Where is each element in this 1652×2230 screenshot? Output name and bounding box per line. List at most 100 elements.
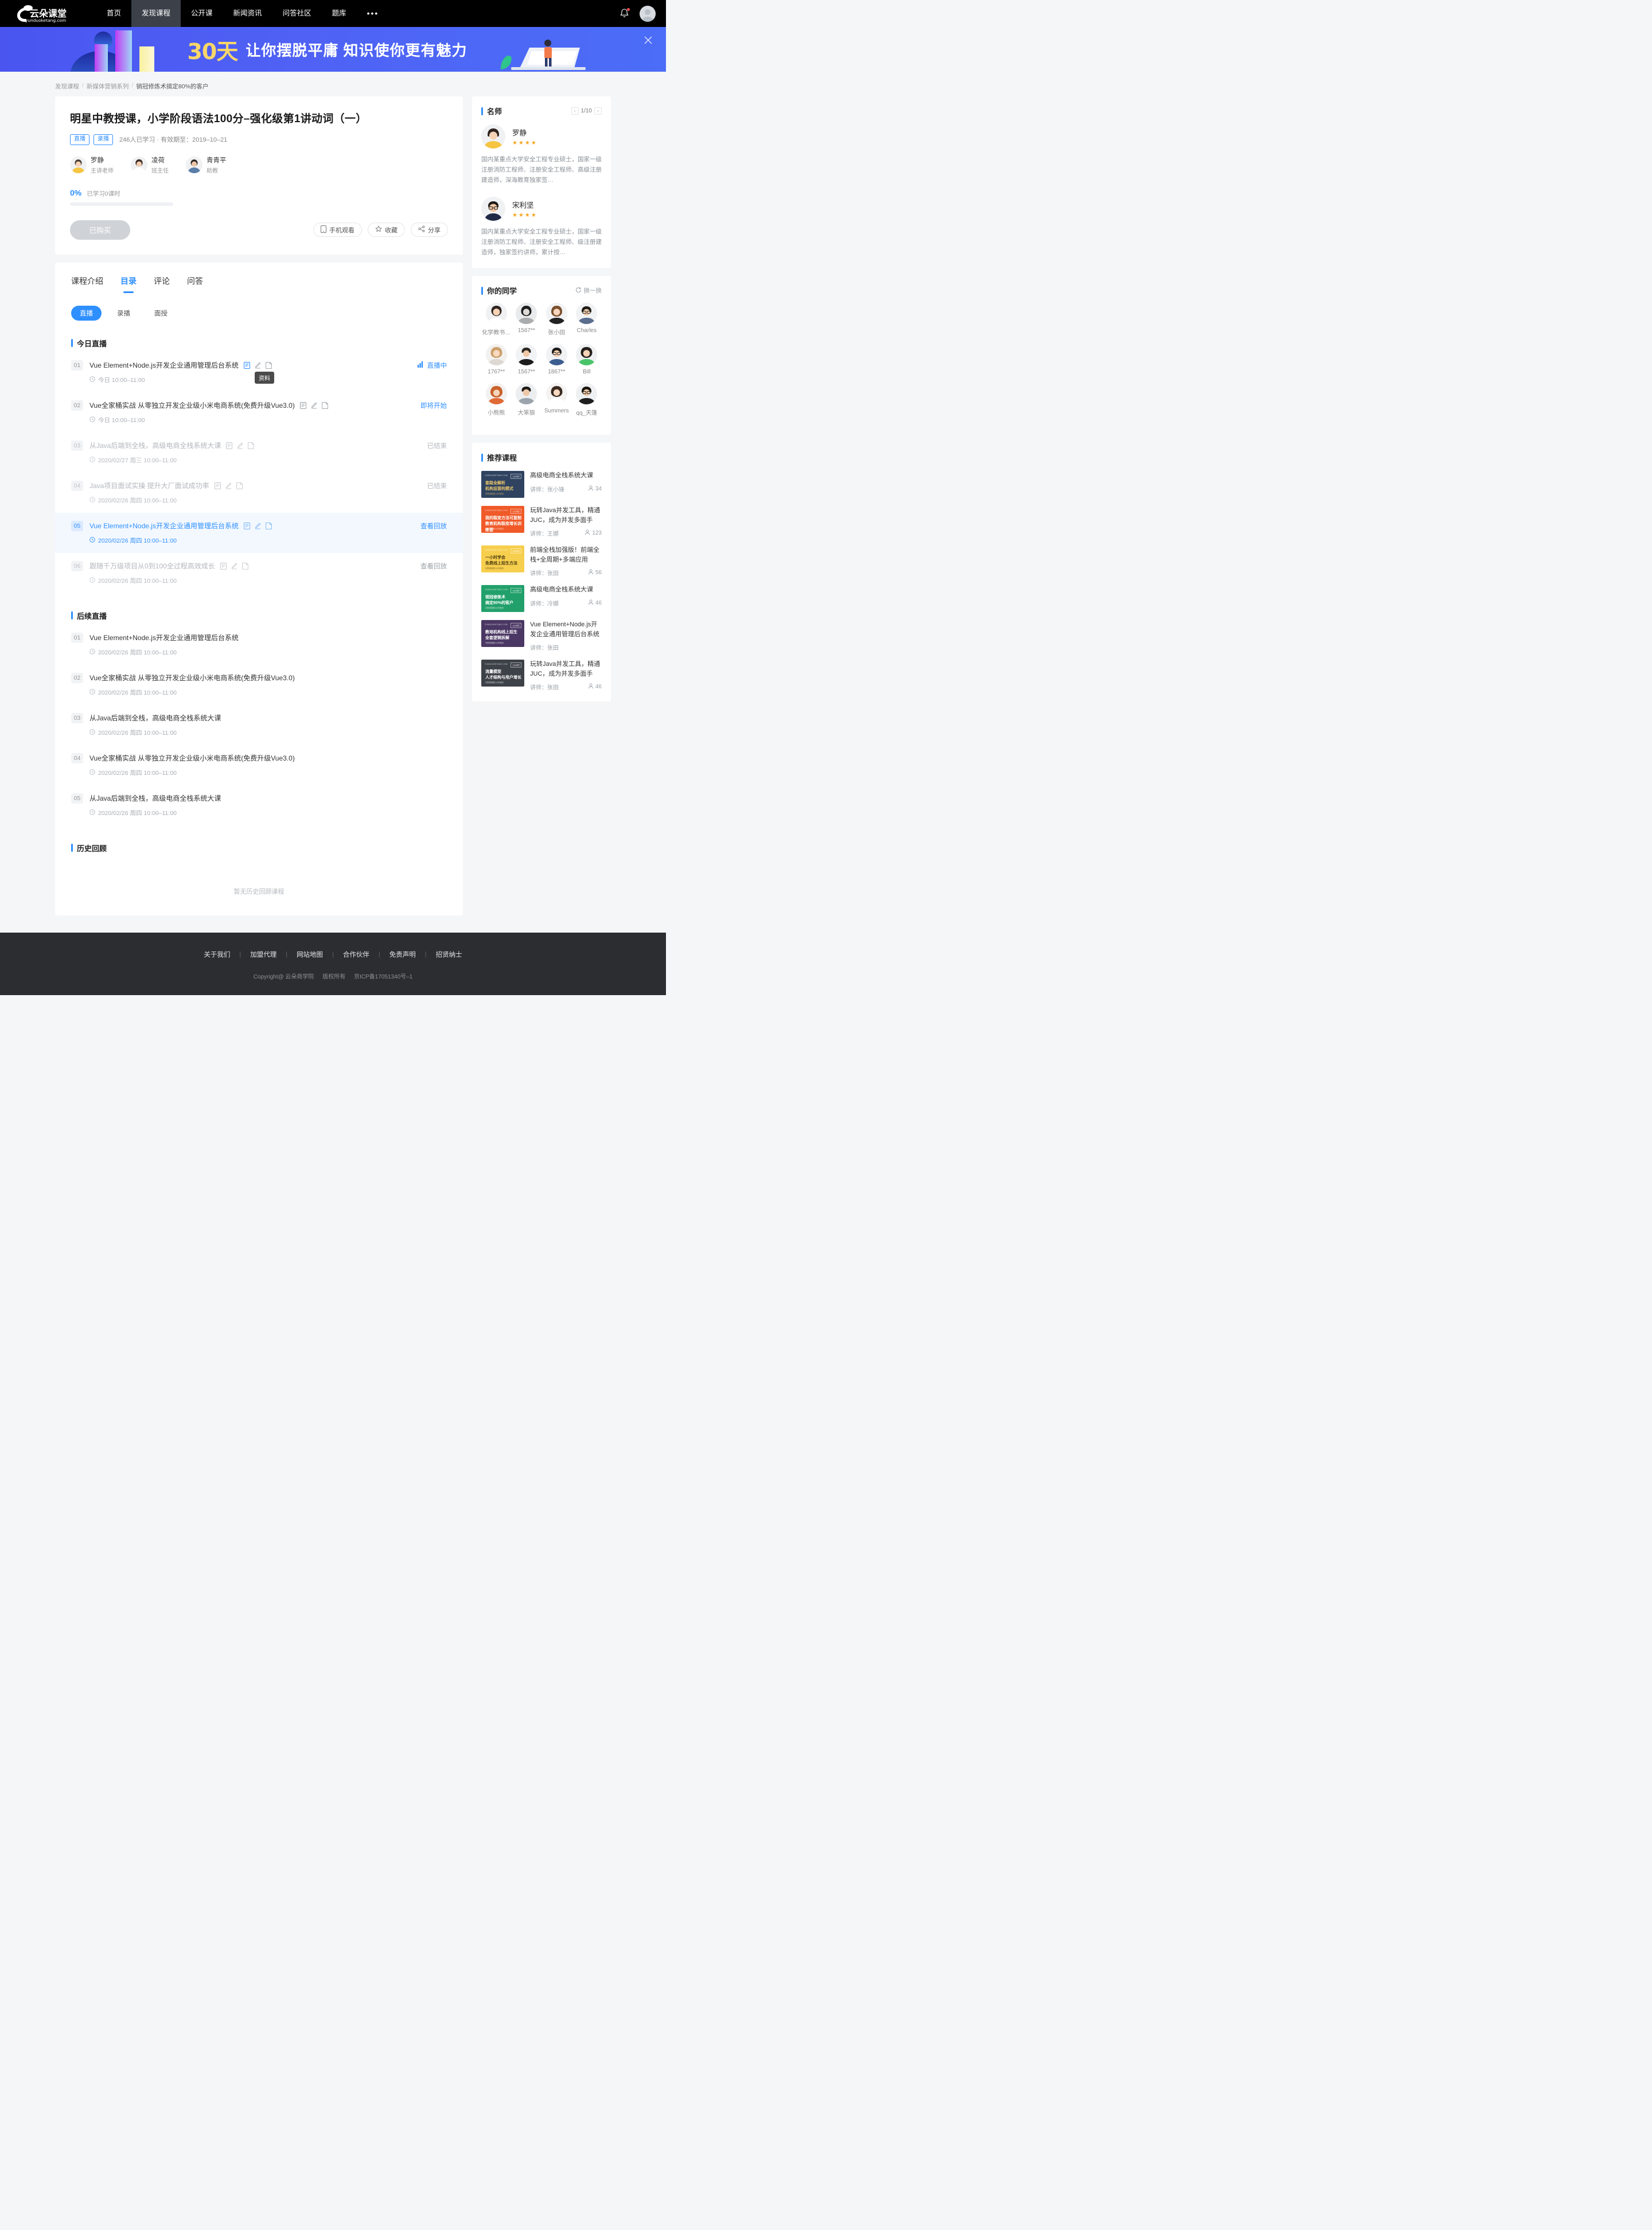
table-row[interactable]: 03 从Java后端到全栈，高级电商全栈系统大课 已结束 2020/02/27 … [55, 432, 463, 473]
note-icon[interactable] [241, 562, 248, 570]
recommend-item[interactable]: YUNDUOKETANG.COM 云朵课堂 教培机构线上招生 全套逻辑拆解 仅限课程图片… [481, 620, 602, 652]
classmate-item[interactable]: Bill [572, 344, 602, 375]
breadcrumb-item-0[interactable]: 发现课程 [55, 82, 79, 91]
chevron-left-icon[interactable]: ‹ [571, 107, 579, 115]
tab-introduction[interactable]: 课程介绍 [71, 275, 103, 293]
table-row[interactable]: 05 从Java后端到全栈，高级电商全栈系统大课 2020/02/26 周四 1… [55, 785, 463, 825]
doc-icon[interactable] [243, 361, 250, 369]
note-icon[interactable] [236, 482, 243, 489]
nav-item-qa-community[interactable]: 问答社区 [272, 0, 322, 27]
tab-qa[interactable]: 问答 [187, 275, 203, 293]
pen-icon[interactable] [237, 442, 243, 449]
recommend-item[interactable]: YUNDUOKETANG.COM 云朵课堂 我的裂变方法可复制 教育机构裂变增长训练营… [481, 506, 602, 537]
lesson-title[interactable]: 从Java后端到全栈，高级电商全栈系统大课 [89, 713, 221, 723]
footer-link[interactable]: 招贤纳士 [427, 950, 472, 959]
classmate-item[interactable]: 化学教书… [481, 303, 512, 336]
nav-item-more[interactable]: ••• [357, 0, 389, 27]
table-row[interactable]: 06 跟随千万级项目从0到100全过程高效成长 查看回放 2020/02/26 … [55, 553, 463, 593]
breadcrumb-item-1[interactable]: 新媒体营销系列 [87, 82, 129, 91]
avatar[interactable] [640, 5, 656, 22]
chevron-right-icon[interactable]: › [594, 107, 602, 115]
nav-item-discover-courses[interactable]: 发现课程 [131, 0, 181, 27]
doc-icon[interactable] [243, 522, 250, 529]
lesson-title[interactable]: Java项目面试实操 提升大厂面试成功率 [89, 481, 209, 490]
lesson-title[interactable]: Vue Element+Node.js开发企业通用管理后台系统 [89, 633, 239, 642]
teacher-item[interactable]: 青青平 助教 [186, 155, 227, 174]
classmate-item[interactable]: 1567** [512, 303, 542, 336]
note-icon[interactable] [248, 442, 255, 449]
doc-icon[interactable] [299, 401, 306, 409]
favorite-button[interactable]: 收藏 [368, 223, 405, 237]
classmate-item[interactable]: Charles [572, 303, 602, 336]
classmate-item[interactable]: 1567** [512, 344, 542, 375]
footer-link[interactable]: 免责声明 [380, 950, 425, 959]
footer-link[interactable]: 关于我们 [194, 950, 239, 959]
close-icon[interactable] [643, 35, 653, 45]
lesson-status[interactable]: 即将开始 [420, 401, 447, 410]
classmate-item[interactable]: Summers [541, 383, 572, 416]
table-row[interactable]: 04 Vue全家桶实战 从零独立开发企业级小米电商系统(免费升级Vue3.0) … [55, 745, 463, 785]
pen-icon[interactable] [311, 402, 317, 409]
site-logo[interactable]: 云朵课堂 yunduoketang.com [13, 4, 80, 24]
recommend-item[interactable]: YUNDUOKETANG.COM 云朵课堂 销冠修炼术 搞定80%的客户 仅限课程图片示… [481, 585, 602, 613]
teacher-item[interactable]: 罗静 主讲老师 [70, 155, 114, 174]
footer-link[interactable]: 加盟代理 [241, 950, 286, 959]
table-row[interactable]: 03 从Java后端到全栈，高级电商全栈系统大课 2020/02/26 周四 1… [55, 705, 463, 745]
promo-banner[interactable]: 30天 让你摆脱平庸 知识使你更有魅力 [0, 27, 666, 72]
bell-icon[interactable] [620, 8, 630, 19]
lesson-title[interactable]: Vue全家桶实战 从零独立开发企业级小米电商系统(免费升级Vue3.0) [89, 673, 295, 683]
refresh-button[interactable]: 换一换 [575, 286, 602, 295]
table-row[interactable]: 01 Vue Element+Node.js开发企业通用管理后台系统 2020/… [55, 625, 463, 665]
table-row[interactable]: 02 Vue全家桶实战 从零独立开发企业级小米电商系统(免费升级Vue3.0) … [55, 665, 463, 705]
share-button[interactable]: 分享 [411, 223, 448, 237]
lesson-title[interactable]: Vue Element+Node.js开发企业通用管理后台系统 [89, 521, 239, 531]
teacher-item[interactable]: 凌荷 班主任 [131, 155, 169, 174]
subtab-offline[interactable]: 面授 [146, 306, 176, 321]
teacher-profile[interactable]: 宋利坚 ★★★★ 国内某重点大学安全工程专业硕士，国家一级注册消防工程师、注册安… [481, 197, 602, 258]
lesson-status[interactable]: 直播中 [417, 361, 447, 370]
pen-icon[interactable] [225, 482, 232, 489]
lesson-title[interactable]: 跟随千万级项目从0到100全过程高效成长 [89, 561, 215, 571]
nav-item-question-bank[interactable]: 题库 [322, 0, 357, 27]
lesson-title[interactable]: 从Java后端到全栈，高级电商全栈系统大课 [89, 793, 221, 803]
recommend-item[interactable]: YUNDUOKETANG.COM 云朵课堂 流量模型 人才结构与用户增长 仅限课程图片示… [481, 660, 602, 691]
recommend-item[interactable]: YUNDUOKETANG.COM 云朵课堂 一小时学会 免费线上招生方法 仅限课程图片示… [481, 545, 602, 577]
recommend-item[interactable]: YUNDUOKETANG.COM 云朵课堂 套路全解析 机构运营的模式 仅限课程图片示例… [481, 471, 602, 498]
lesson-title[interactable]: 从Java后端到全栈，高级电商全栈系统大课 [89, 440, 221, 450]
doc-icon[interactable] [226, 442, 233, 449]
lesson-title[interactable]: Vue全家桶实战 从零独立开发企业级小米电商系统(免费升级Vue3.0) [89, 400, 295, 410]
nav-item-home[interactable]: 首页 [96, 0, 131, 27]
table-row[interactable]: 01 Vue Element+Node.js开发企业通用管理后台系统 直播中 今… [55, 352, 463, 392]
classmate-item[interactable]: 张小田 [541, 303, 572, 336]
lesson-status[interactable]: 查看回放 [420, 521, 447, 531]
note-icon[interactable] [266, 361, 272, 369]
table-row[interactable]: 04 Java项目面试实操 提升大厂面试成功率 已结束 2020/02/26 周… [55, 473, 463, 513]
purchased-button[interactable]: 已购买 [70, 220, 130, 240]
classmate-item[interactable]: 大笨狼 [512, 383, 542, 416]
pen-icon[interactable] [231, 563, 237, 570]
pen-icon[interactable] [255, 362, 261, 369]
table-row[interactable]: 02 Vue全家桶实战 从零独立开发企业级小米电商系统(免费升级Vue3.0) … [55, 392, 463, 432]
note-icon[interactable] [266, 522, 272, 529]
pen-icon[interactable] [255, 523, 261, 529]
tab-catalog[interactable]: 目录 [120, 275, 137, 293]
classmate-item[interactable]: 1867** [541, 344, 572, 375]
mobile-watch-button[interactable]: 手机观看 [313, 223, 362, 237]
subtab-live[interactable]: 直播 [71, 305, 102, 321]
nav-item-news[interactable]: 新闻资讯 [223, 0, 272, 27]
subtab-recorded[interactable]: 录播 [108, 306, 139, 321]
classmate-item[interactable]: qq_天篷 [572, 383, 602, 416]
footer-link[interactable]: 网站地图 [287, 950, 332, 959]
nav-item-public-class[interactable]: 公开课 [181, 0, 223, 27]
classmate-item[interactable]: 小熊熊 [481, 383, 512, 416]
footer-link[interactable]: 合作伙伴 [334, 950, 379, 959]
lesson-title[interactable]: Vue全家桶实战 从零独立开发企业级小米电商系统(免费升级Vue3.0) [89, 753, 295, 763]
doc-icon[interactable] [214, 482, 221, 489]
note-icon[interactable] [321, 401, 328, 409]
classmate-item[interactable]: 1767** [481, 344, 512, 375]
tab-comments[interactable]: 评论 [154, 275, 170, 293]
lesson-title[interactable]: Vue Element+Node.js开发企业通用管理后台系统 [89, 360, 239, 370]
table-row[interactable]: 05 Vue Element+Node.js开发企业通用管理后台系统 查看回放 [55, 512, 463, 553]
lesson-status[interactable]: 查看回放 [420, 562, 447, 571]
doc-icon[interactable] [220, 562, 227, 570]
